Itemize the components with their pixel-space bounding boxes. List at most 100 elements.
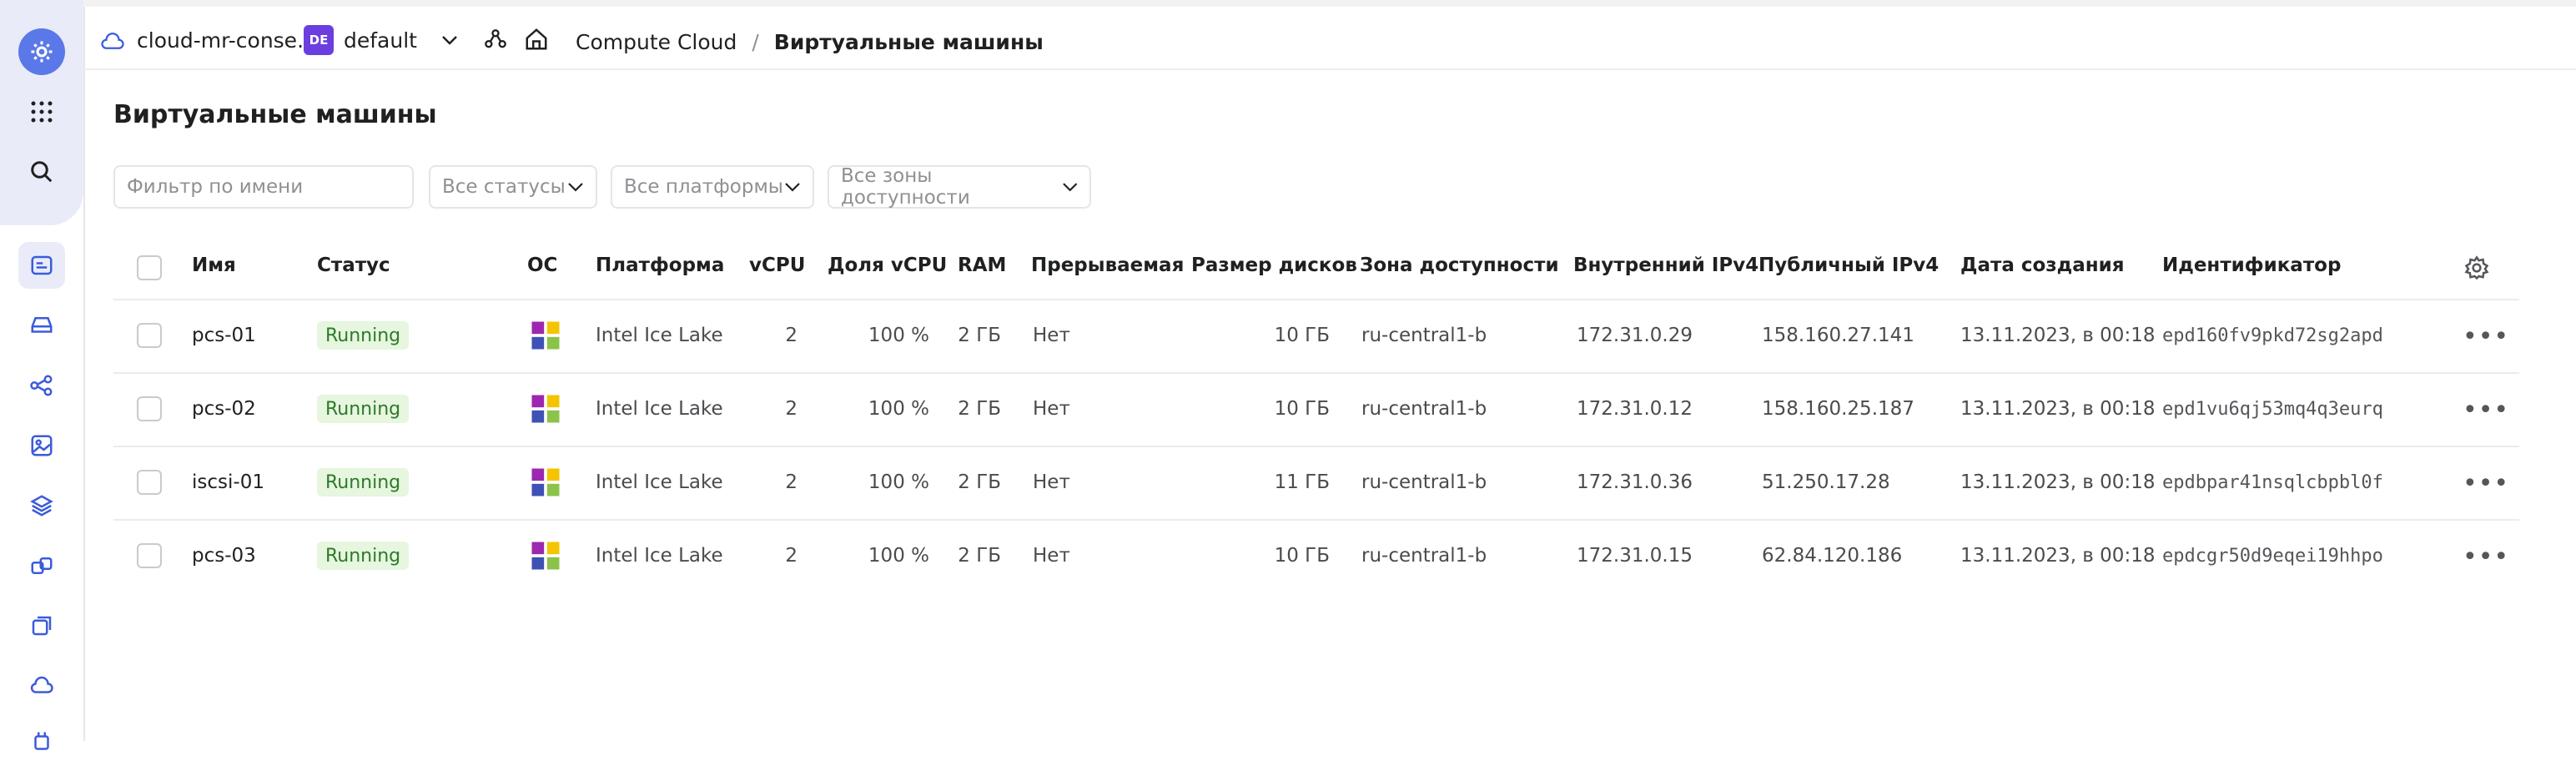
divider xyxy=(113,372,2519,374)
zone-cell: ru-central1-b xyxy=(1361,325,1487,346)
name-filter-placeholder: Фильтр по имени xyxy=(127,176,304,198)
vm-list-icon[interactable] xyxy=(18,242,65,289)
breadcrumb: Compute Cloud / Виртуальные машины xyxy=(576,30,1044,54)
column-header-name[interactable]: Имя xyxy=(192,254,236,276)
internal-ip-cell: 172.31.0.36 xyxy=(1577,471,1693,493)
divider xyxy=(113,446,2519,447)
chevron-down-icon xyxy=(568,183,583,192)
preemptible-cell: Нет xyxy=(1033,545,1070,567)
row-checkbox[interactable] xyxy=(137,543,162,568)
vm-name[interactable]: pcs-03 xyxy=(192,545,256,567)
created-cell: 13.11.2023, в 00:18 xyxy=(1960,325,2156,346)
chevron-down-icon xyxy=(785,183,800,192)
name-filter-input[interactable]: Фильтр по имени xyxy=(113,165,414,209)
column-header-public-ip[interactable]: Публичный IPv4 xyxy=(1758,254,1939,276)
apps-grid-icon[interactable] xyxy=(18,88,65,135)
search-icon[interactable] xyxy=(18,149,65,195)
row-actions-more-icon[interactable]: ••• xyxy=(2463,471,2509,496)
column-header-disk-size[interactable]: Размер дисков xyxy=(1191,254,1357,276)
platform-filter-select[interactable]: Все платформы xyxy=(611,165,814,209)
cloud-name: cloud-mr-conse... xyxy=(137,28,317,53)
vcpu-share-cell: 100 % xyxy=(868,471,929,493)
cloud-selector[interactable]: cloud-mr-conse... xyxy=(100,28,317,53)
vm-name[interactable]: pcs-02 xyxy=(192,398,256,420)
row-checkbox[interactable] xyxy=(137,323,162,348)
ram-cell: 2 ГБ xyxy=(958,471,1001,493)
snapshots-icon[interactable] xyxy=(18,602,65,649)
status-filter-select[interactable]: Все статусы xyxy=(429,165,597,209)
column-header-zone[interactable]: Зона доступности xyxy=(1360,254,1559,276)
ram-cell: 2 ГБ xyxy=(958,325,1001,346)
navigation-rail xyxy=(0,0,85,750)
vm-name[interactable]: iscsi-01 xyxy=(192,471,264,493)
preemptible-cell: Нет xyxy=(1033,325,1070,346)
column-header-vcpu[interactable]: vCPU xyxy=(749,254,805,276)
vm-name[interactable]: pcs-01 xyxy=(192,325,256,346)
row-actions-more-icon[interactable]: ••• xyxy=(2463,325,2509,350)
page-title: Виртуальные машины xyxy=(113,100,437,129)
vcpu-cell: 2 xyxy=(785,545,797,567)
id-cell: epd160fv9pkd72sg2apd xyxy=(2162,325,2383,346)
column-header-status[interactable]: Статус xyxy=(317,254,390,276)
internal-ip-cell: 172.31.0.12 xyxy=(1577,398,1693,420)
centos-logo-icon xyxy=(528,391,563,426)
column-header-ram[interactable]: RAM xyxy=(958,254,1006,276)
chevron-down-icon xyxy=(442,36,457,45)
divider xyxy=(113,519,2519,521)
row-checkbox[interactable] xyxy=(137,396,162,421)
internal-ip-cell: 172.31.0.29 xyxy=(1577,325,1693,346)
centos-logo-icon xyxy=(528,318,563,353)
ram-cell: 2 ГБ xyxy=(958,545,1001,567)
disk-size-cell: 10 ГБ xyxy=(1274,325,1330,346)
image-icon[interactable] xyxy=(18,422,65,469)
layers-icon[interactable] xyxy=(18,482,65,529)
platform-cell: Intel Ice Lake xyxy=(596,471,723,493)
status-badge: Running xyxy=(317,395,410,423)
home-icon[interactable] xyxy=(524,27,549,52)
network-icon[interactable] xyxy=(18,362,65,409)
vcpu-cell: 2 xyxy=(785,471,797,493)
instance-groups-icon[interactable] xyxy=(18,542,65,589)
cloud-icon[interactable] xyxy=(18,663,65,709)
services-icon[interactable] xyxy=(484,28,507,52)
public-ip-cell: 51.250.17.28 xyxy=(1762,471,1890,493)
settings-icon[interactable] xyxy=(18,28,65,75)
created-cell: 13.11.2023, в 00:18 xyxy=(1960,545,2156,567)
folder-selector[interactable]: DE default xyxy=(304,25,459,55)
vcpu-share-cell: 100 % xyxy=(868,398,929,420)
table-settings-gear-icon[interactable] xyxy=(2464,255,2489,280)
zone-filter-select[interactable]: Все зоны доступности xyxy=(828,165,1091,209)
breadcrumb-service[interactable]: Compute Cloud xyxy=(576,30,737,54)
centos-logo-icon xyxy=(528,465,563,500)
select-all-checkbox[interactable] xyxy=(137,255,162,280)
disk-icon[interactable] xyxy=(18,302,65,349)
preemptible-cell: Нет xyxy=(1033,471,1070,493)
column-header-vcpu-share[interactable]: Доля vCPU xyxy=(828,254,947,276)
cloud-icon xyxy=(101,32,124,49)
vcpu-cell: 2 xyxy=(785,398,797,420)
folder-name: default xyxy=(344,28,417,53)
platform-cell: Intel Ice Lake xyxy=(596,398,723,420)
id-cell: epd1vu6qj53mq4q3eurq xyxy=(2162,399,2383,420)
column-header-id[interactable]: Идентификатор xyxy=(2162,254,2341,276)
breadcrumb-current: Виртуальные машины xyxy=(773,30,1044,54)
divider xyxy=(113,299,2519,300)
platform-cell: Intel Ice Lake xyxy=(596,545,723,567)
ram-cell: 2 ГБ xyxy=(958,398,1001,420)
column-header-preemptible[interactable]: Прерываемая xyxy=(1031,254,1184,276)
row-checkbox[interactable] xyxy=(137,470,162,495)
disk-size-cell: 10 ГБ xyxy=(1274,398,1330,420)
row-actions-more-icon[interactable]: ••• xyxy=(2463,545,2509,570)
platform-cell: Intel Ice Lake xyxy=(596,325,723,346)
chip-icon[interactable] xyxy=(18,719,65,766)
column-header-platform[interactable]: Платформа xyxy=(596,254,724,276)
zone-filter-value: Все зоны доступности xyxy=(841,165,970,209)
public-ip-cell: 62.84.120.186 xyxy=(1762,545,1903,567)
row-actions-more-icon[interactable]: ••• xyxy=(2463,398,2509,423)
column-header-internal-ip[interactable]: Внутренний IPv4 xyxy=(1573,254,1758,276)
public-ip-cell: 158.160.25.187 xyxy=(1762,398,1914,420)
column-header-created[interactable]: Дата создания xyxy=(1960,254,2125,276)
vcpu-share-cell: 100 % xyxy=(868,325,929,346)
column-header-os[interactable]: ОС xyxy=(527,254,557,276)
zone-cell: ru-central1-b xyxy=(1361,398,1487,420)
